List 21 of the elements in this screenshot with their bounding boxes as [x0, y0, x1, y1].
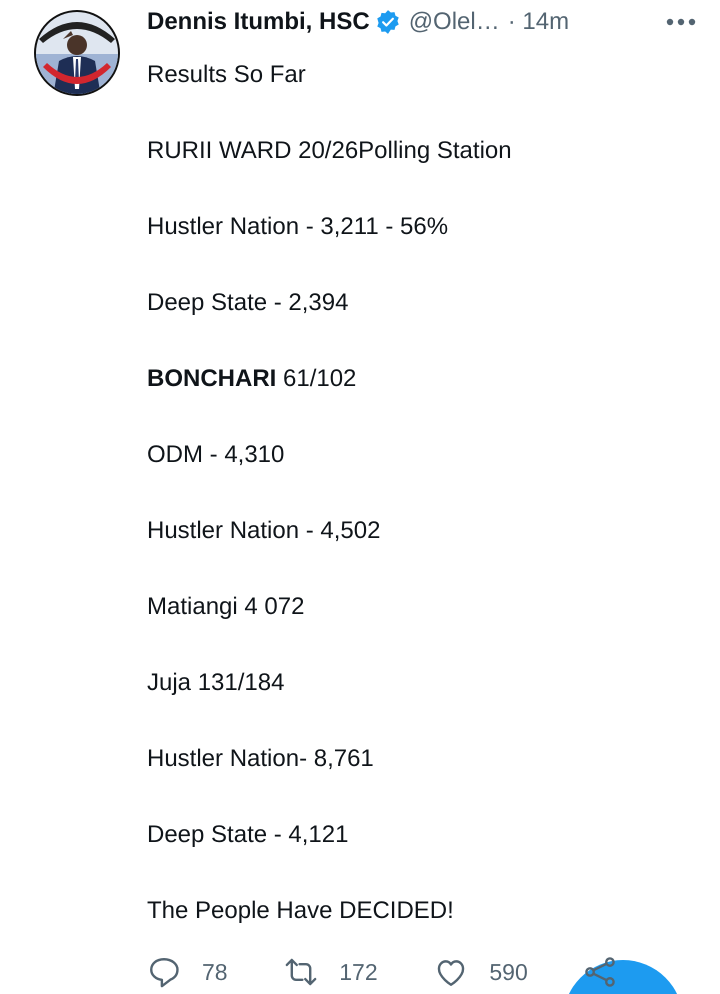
action-count: 172	[339, 958, 378, 986]
action-count: 590	[489, 958, 528, 986]
reply-icon[interactable]	[147, 955, 181, 989]
tweet-line: The People Have DECIDED!	[147, 896, 455, 926]
author-name[interactable]: Dennis Itumbi, HSC	[147, 8, 370, 36]
tweet-line: Hustler Nation - 3,211 - 56%	[147, 212, 450, 242]
timestamp: · 14m	[508, 8, 570, 36]
action-count: 78	[202, 958, 228, 986]
tweet-line: Deep State - 2,394	[147, 288, 350, 318]
tweet-line: Hustler Nation - 4,502	[147, 516, 382, 546]
tweet-line: BONCHARI 61/102	[147, 364, 358, 394]
share-icon[interactable]	[582, 955, 617, 989]
tweet-line: Results So Far	[147, 60, 307, 90]
tweet-line: Deep State - 4,121	[147, 820, 350, 850]
tweet-line: Matiangi 4 072	[147, 592, 306, 622]
tweet-line: ODM - 4,310	[147, 440, 286, 470]
tweet-line: Juja 131/184	[147, 668, 286, 698]
author-handle[interactable]: @Olel…	[408, 8, 500, 36]
more-icon[interactable]	[666, 18, 696, 26]
tweet-line: Hustler Nation- 8,761	[147, 744, 375, 774]
tweet-line: RURII WARD 20/26Polling Station	[147, 136, 513, 166]
